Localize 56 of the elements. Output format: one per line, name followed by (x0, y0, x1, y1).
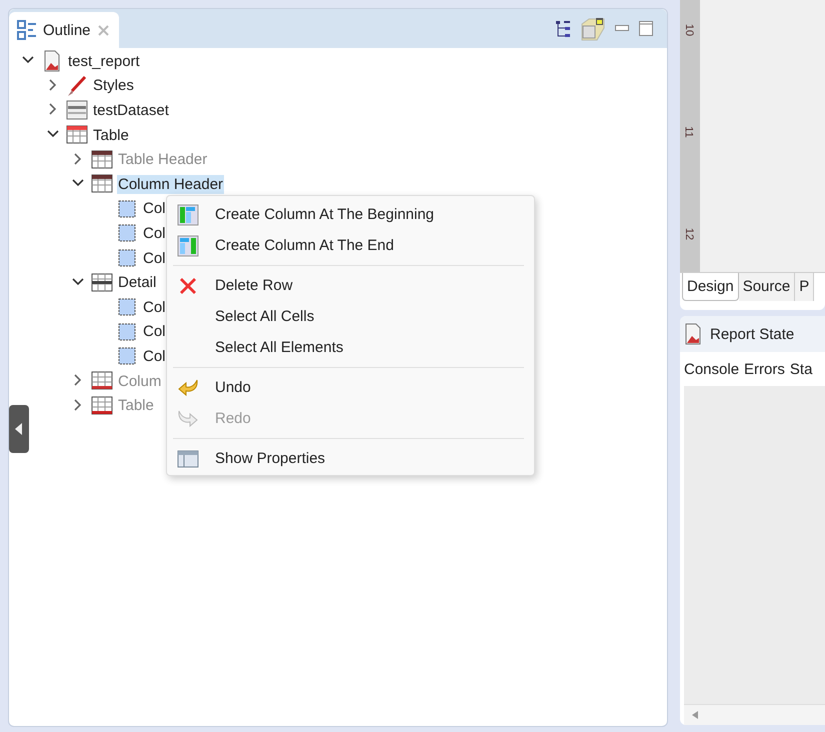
cell-icon (116, 247, 138, 270)
maximize-icon[interactable] (639, 21, 653, 36)
menu-item[interactable]: Show Properties (167, 443, 534, 474)
tree-item[interactable]: Col (142, 346, 167, 366)
properties-icon (177, 448, 199, 470)
menu-item[interactable]: Delete Row (167, 270, 534, 301)
outline-icon (17, 20, 37, 40)
table-header-icon (91, 148, 113, 171)
table-footer-icon (91, 394, 113, 417)
brush-icon (66, 74, 88, 97)
editor-tab[interactable]: Design (682, 273, 739, 301)
tree-item[interactable]: Col (142, 224, 167, 243)
expand-chevron-icon[interactable] (47, 103, 59, 116)
horizontal-scrollbar[interactable] (684, 704, 825, 725)
cell-icon (116, 345, 138, 368)
menu-item[interactable]: Undo (167, 372, 534, 403)
editor-tab[interactable]: Source (738, 273, 796, 301)
table-footer-icon (91, 370, 113, 392)
table-detail-icon (91, 272, 113, 294)
collapse-handle[interactable] (9, 405, 29, 453)
menu-item[interactable]: Select All Cells (167, 301, 534, 332)
tree-item[interactable]: Table (92, 126, 130, 145)
insert-column-icon (177, 234, 199, 256)
ruler-number: 12 (683, 228, 696, 240)
menu-item[interactable]: Select All Elements (167, 332, 534, 363)
editor-tab[interactable]: P (795, 273, 814, 301)
cell-icon (116, 320, 138, 343)
tree-item[interactable]: Col (142, 248, 167, 268)
tree-item[interactable]: test_report (67, 52, 141, 71)
collapse-chevron-icon[interactable] (72, 276, 84, 288)
insert-column-icon (177, 204, 199, 226)
table-header-icon (91, 173, 113, 196)
hierarchy-icon[interactable] (555, 20, 571, 38)
cell-icon (116, 222, 138, 244)
ruler-number: 10 (683, 24, 696, 36)
tree-item[interactable]: Col (142, 298, 167, 317)
menu-item[interactable]: Create Column At The End (167, 230, 534, 261)
menu-item[interactable]: Create Column At The Beginning (167, 199, 534, 230)
expand-chevron-icon[interactable] (47, 78, 59, 91)
tree-item[interactable]: Column Header (117, 174, 224, 194)
console-tab[interactable]: Errors (744, 360, 785, 378)
ruler-number: 11 (682, 126, 695, 138)
tree-item[interactable]: Col (142, 199, 167, 218)
tree-item[interactable]: testDataset (92, 100, 170, 120)
tree-item[interactable]: Detail (117, 273, 158, 292)
table-properties-icon[interactable] (581, 16, 605, 40)
cell-icon (116, 198, 138, 220)
scroll-left-icon[interactable] (692, 711, 698, 719)
console-tab[interactable]: Console (684, 360, 740, 378)
dataset-icon (66, 99, 88, 122)
table-icon (66, 124, 88, 146)
console-tab[interactable]: Sta (790, 360, 812, 378)
tree-item[interactable]: Styles (92, 76, 135, 96)
minimize-icon[interactable] (615, 24, 629, 32)
cell-icon (116, 296, 138, 318)
tree-item[interactable]: Col (142, 322, 167, 342)
